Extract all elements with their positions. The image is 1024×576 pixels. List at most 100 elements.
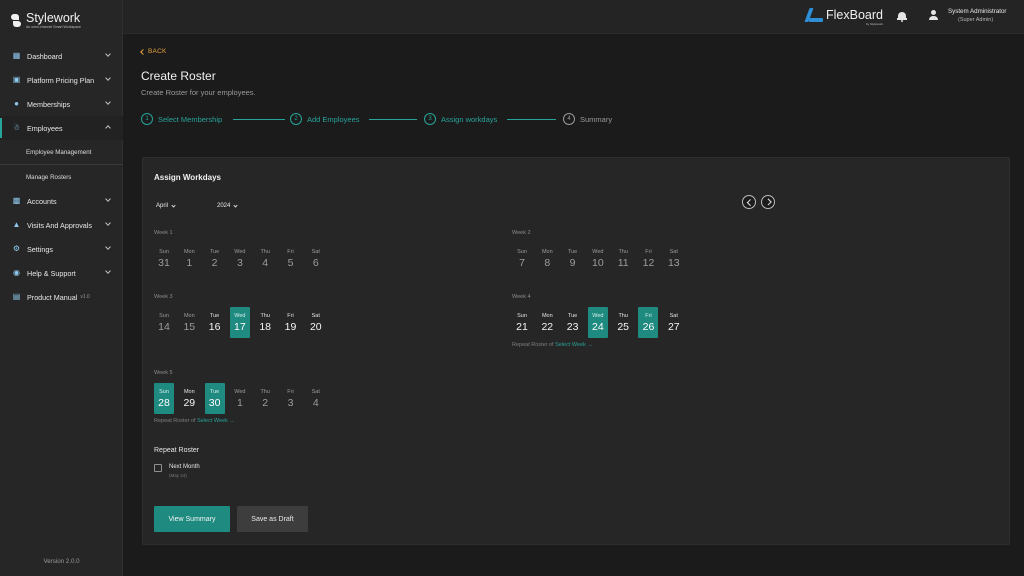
day-cell[interactable]: Mon 1	[179, 243, 199, 274]
day-cell[interactable]: Mon 8	[537, 243, 557, 274]
sidebar-item-visits-and-approvals[interactable]: ▲ Visits And Approvals	[0, 213, 123, 237]
bell-icon[interactable]	[897, 11, 907, 22]
sidebar-item-label: Product Manual	[27, 292, 78, 302]
day-name: Sun	[159, 248, 169, 255]
select-week-link[interactable]: Select Week →	[197, 418, 235, 424]
sidebar-subitem-manage-rosters[interactable]: Manage Rosters	[0, 165, 123, 189]
sidebar-item-help-support[interactable]: ◉ Help & Support	[0, 261, 123, 285]
sidebar-item-label: Settings	[27, 244, 53, 254]
day-name: Fri	[287, 312, 294, 319]
page-subtitle: Create Roster for your employees.	[141, 88, 256, 97]
day-cell[interactable]: Sat 4	[306, 383, 326, 414]
next-month-label[interactable]: Next Month	[169, 464, 200, 470]
day-cell[interactable]: Thu 18	[255, 307, 275, 338]
sidebar-item-employees[interactable]: ☃ Employees	[0, 116, 123, 140]
day-cell[interactable]: Sat 6	[306, 243, 326, 274]
day-cell[interactable]: Thu 4	[255, 243, 275, 274]
day-cell-selected[interactable]: Fri 26	[638, 307, 659, 338]
day-cell[interactable]: Fri 5	[280, 243, 300, 274]
save-as-draft-button[interactable]: Save as Draft	[237, 506, 308, 532]
step-summary[interactable]: 4 Summary	[563, 113, 612, 125]
next-month-button[interactable]	[761, 195, 775, 209]
day-number: 15	[183, 320, 196, 333]
sidebar-item-platform-pricing-plan[interactable]: ▣ Platform Pricing Plan	[0, 68, 123, 92]
day-cell[interactable]: Sat 27	[664, 307, 684, 338]
day-cell[interactable]: Sun 14	[154, 307, 174, 338]
flexboard-logo[interactable]: FlexBoard by Stylework	[805, 8, 883, 26]
day-number: 31	[158, 256, 170, 269]
step-select-membership[interactable]: 1 Select Membership	[141, 113, 222, 125]
day-cell[interactable]: Tue 23	[563, 307, 583, 338]
next-month-checkbox[interactable]	[154, 464, 162, 472]
day-cell[interactable]: Tue 2	[205, 243, 225, 274]
sidebar-item-product-manual[interactable]: ▤ Product Manual v1.0	[0, 285, 123, 309]
sidebar: Stylework An omni-channel Smart Workspac…	[0, 0, 123, 576]
day-name: Tue	[209, 388, 220, 395]
sidebar-item-dashboard[interactable]: ▦ Dashboard	[0, 44, 123, 68]
day-cell[interactable]: Fri 19	[280, 307, 300, 338]
sidebar-item-accounts[interactable]: ▩ Accounts	[0, 189, 123, 213]
repeat-prefix: Repeat Roster of	[154, 418, 196, 424]
chevron-down-icon	[171, 202, 176, 208]
step-number: 3	[424, 113, 436, 125]
sidebar-item-memberships[interactable]: ● Memberships	[0, 92, 123, 116]
chevron-left-icon	[140, 48, 146, 55]
week-2: Week 2 Sun 7 Mon 8 Tue 9 Wed 10 Thu 11 Fri 12 …	[512, 230, 689, 274]
day-cell[interactable]: Sun 21	[512, 307, 532, 338]
day-name: Fri	[287, 388, 294, 395]
brand-name: Stylework	[26, 11, 81, 25]
stylework-logo[interactable]: Stylework An omni-channel Smart Workspac…	[10, 10, 81, 32]
day-cell[interactable]: Fri 3	[280, 383, 300, 414]
user-name[interactable]: System Administrator	[948, 8, 1006, 15]
day-number: 29	[183, 396, 196, 409]
day-cell[interactable]: Tue 9	[563, 243, 583, 274]
top-bar: FlexBoard by Stylework System Administra…	[123, 0, 1024, 34]
step-number: 1	[141, 113, 153, 125]
day-cell[interactable]: Wed 10	[588, 243, 608, 274]
day-cell[interactable]: Thu 11	[613, 243, 633, 274]
day-cell-selected[interactable]: Sun 28	[154, 383, 174, 414]
day-number: 1	[186, 256, 193, 269]
day-cell[interactable]: Sun 7	[512, 243, 532, 274]
user-icon[interactable]	[929, 10, 938, 20]
day-cell[interactable]: Wed 1	[230, 383, 250, 414]
repeat-prefix: Repeat Roster of	[512, 342, 554, 348]
day-name: Thu	[260, 388, 270, 395]
repeat-roster-title: Repeat Roster	[154, 447, 200, 454]
day-cell[interactable]: Mon 29	[179, 383, 199, 414]
day-cell[interactable]: Tue 16	[205, 307, 225, 338]
month-select[interactable]: April	[156, 202, 176, 209]
step-assign-workdays[interactable]: 3 Assign workdays	[424, 113, 497, 125]
step-add-employees[interactable]: 2 Add Employees	[290, 113, 360, 125]
sidebar-subitem-employee-management[interactable]: Employee Management	[0, 140, 123, 164]
week-title: Week 3	[154, 294, 173, 300]
page-title: Create Roster	[141, 69, 216, 83]
chevron-down-icon	[105, 75, 111, 81]
day-cell-selected[interactable]: Wed 24	[587, 307, 608, 338]
day-cell[interactable]: Sat 13	[664, 243, 684, 274]
day-cell-selected[interactable]: Tue 30	[204, 383, 225, 414]
day-cell[interactable]: Thu 25	[613, 307, 633, 338]
day-cell[interactable]: Mon 15	[179, 307, 199, 338]
app-version: Version 2.0.0	[43, 558, 80, 565]
gear-icon: ⚙	[12, 244, 21, 253]
day-cell[interactable]: Mon 22	[537, 307, 557, 338]
day-cell-selected[interactable]: Wed 17	[229, 307, 250, 338]
day-number: 19	[284, 320, 297, 333]
brand-tagline: An omni-channel Smart Workspace	[26, 25, 81, 29]
day-cell[interactable]: Wed 3	[230, 243, 250, 274]
back-link[interactable]: BACK	[140, 48, 167, 55]
day-cell[interactable]: Thu 2	[255, 383, 275, 414]
day-cell[interactable]: Fri 12	[638, 243, 658, 274]
view-summary-button[interactable]: View Summary	[154, 506, 230, 532]
sidebar-item-settings[interactable]: ⚙ Settings	[0, 237, 123, 261]
select-week-link[interactable]: Select Week →	[555, 342, 593, 348]
sidebar-item-label: Dashboard	[27, 51, 63, 61]
previous-month-button[interactable]	[742, 195, 756, 209]
day-cell[interactable]: Sat 20	[306, 307, 326, 338]
day-cell[interactable]: Sun 31	[154, 243, 174, 274]
day-name: Fri	[645, 312, 652, 319]
year-select[interactable]: 2024	[217, 202, 238, 209]
pricing-icon: ▣	[12, 75, 21, 84]
step-label: Assign workdays	[441, 114, 498, 124]
